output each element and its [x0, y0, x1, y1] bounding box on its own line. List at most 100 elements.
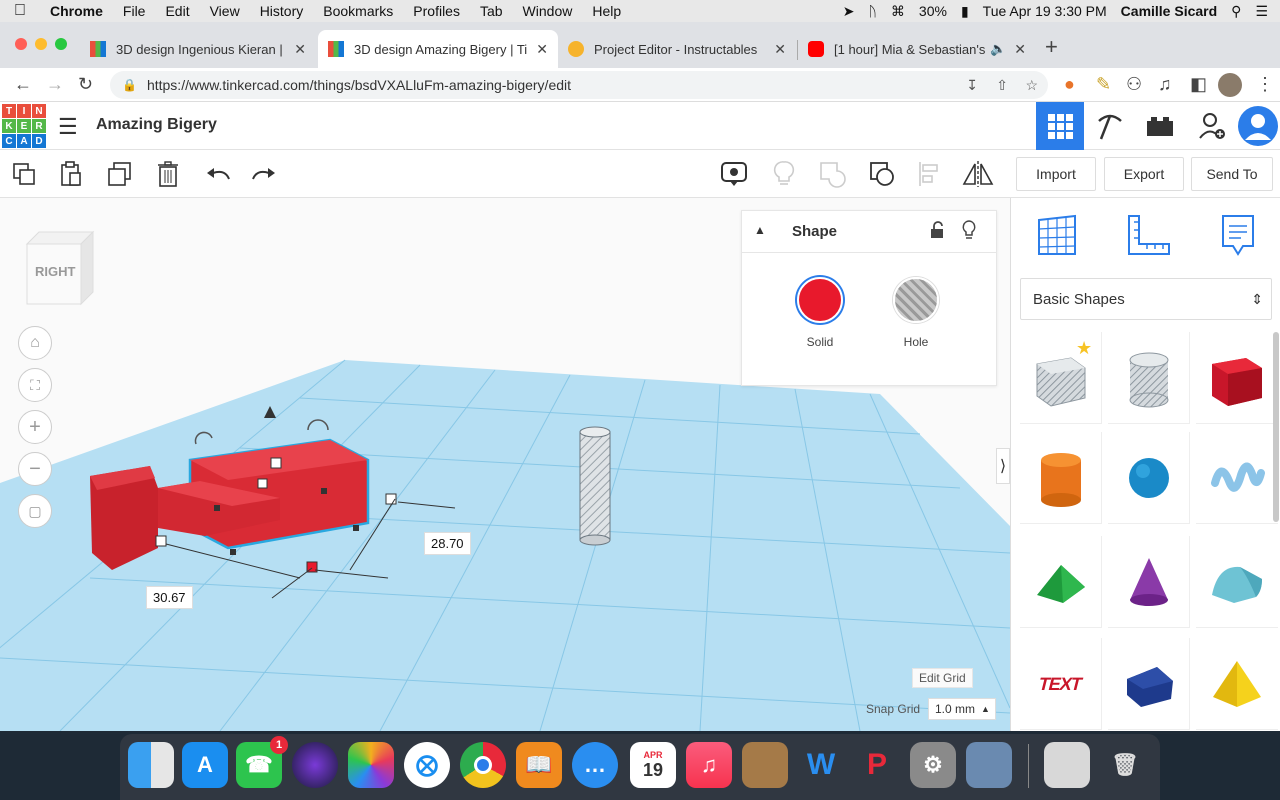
siri-icon[interactable]: [292, 742, 338, 788]
shape-tile-box-hole[interactable]: ★: [1020, 332, 1102, 424]
shape-tile-text[interactable]: TEXT: [1020, 638, 1102, 730]
lock-shape-icon[interactable]: [930, 221, 944, 244]
extensions-puzzle-icon[interactable]: ⚇: [1126, 74, 1142, 95]
hole-cylinder[interactable]: [579, 426, 611, 546]
chrome-icon[interactable]: [460, 742, 506, 788]
menu-help[interactable]: Help: [582, 3, 631, 19]
messages-icon[interactable]: …: [572, 742, 618, 788]
workplane-tool-button[interactable]: [1035, 214, 1079, 263]
bluetooth-icon[interactable]: ᚢ: [869, 3, 877, 19]
share-icon[interactable]: ⇧: [996, 77, 1008, 94]
clock[interactable]: Tue Apr 19 3:30 PM: [983, 3, 1107, 19]
toggle-visibility-button[interactable]: [768, 158, 800, 190]
word-icon[interactable]: W: [798, 742, 844, 788]
spotlight-search-icon[interactable]: ⚲: [1231, 3, 1241, 20]
trash-icon[interactable]: 🗑: [1102, 742, 1148, 788]
group-button[interactable]: [816, 158, 848, 190]
menu-tab[interactable]: Tab: [470, 3, 513, 19]
send-to-button[interactable]: Send To: [1191, 157, 1273, 191]
toggle-panel-chevron-icon[interactable]: ⟩: [996, 448, 1010, 484]
extension-icon[interactable]: ●: [1064, 74, 1075, 95]
zoom-out-button[interactable]: −: [18, 452, 52, 486]
contacts-icon[interactable]: [742, 742, 788, 788]
forward-arrow-icon[interactable]: →: [46, 74, 64, 95]
invite-user-button[interactable]: [1188, 102, 1236, 150]
menu-bookmarks[interactable]: Bookmarks: [313, 3, 403, 19]
shape-tile-scribble[interactable]: [1196, 432, 1278, 524]
collapse-caret-icon[interactable]: ▲: [754, 223, 766, 237]
browser-tab-3[interactable]: Project Editor - Instructables ✕: [558, 30, 796, 68]
user-name[interactable]: Camille Sicard: [1121, 3, 1218, 19]
shape-tile-cylinder[interactable]: [1020, 432, 1102, 524]
notes-button[interactable]: [718, 158, 750, 190]
browser-tab-4[interactable]: [1 hour] Mia & Sebastian's 🔈 ✕: [798, 30, 1036, 68]
calendar-icon[interactable]: APR 19: [630, 742, 676, 788]
menu-window[interactable]: Window: [513, 3, 583, 19]
close-tab-icon[interactable]: ✕: [294, 41, 306, 58]
close-tab-icon[interactable]: ✕: [774, 41, 786, 58]
reload-icon[interactable]: ↻: [78, 74, 93, 95]
menu-history[interactable]: History: [250, 3, 314, 19]
powerpoint-icon[interactable]: P: [854, 742, 900, 788]
design-list-icon[interactable]: ☰: [58, 114, 78, 140]
close-tab-icon[interactable]: ✕: [1014, 41, 1026, 58]
hole-swatch[interactable]: [893, 277, 939, 323]
shape-tile-roof[interactable]: [1020, 536, 1102, 628]
battery-icon[interactable]: ▮: [961, 3, 969, 20]
blocks-view-button[interactable]: [1086, 102, 1134, 150]
window-zoom-button[interactable]: [55, 38, 67, 50]
shape-tile-round-roof[interactable]: [1196, 536, 1278, 628]
user-avatar[interactable]: [1236, 102, 1280, 150]
shape-category-select[interactable]: Basic Shapes ⇕: [1020, 278, 1272, 320]
import-button[interactable]: Import: [1016, 157, 1096, 191]
solid-color-swatch[interactable]: [797, 277, 843, 323]
hole-option[interactable]: Hole: [886, 277, 946, 349]
system-preferences-icon[interactable]: ⚙: [910, 742, 956, 788]
new-tab-plus-icon[interactable]: +: [1045, 34, 1058, 60]
battery-percent[interactable]: 30%: [919, 3, 947, 19]
install-app-icon[interactable]: ↧: [966, 77, 978, 94]
music-icon[interactable]: ♫: [686, 742, 732, 788]
edit-grid-button[interactable]: Edit Grid: [912, 668, 973, 688]
width-dimension-label[interactable]: 30.67: [146, 586, 193, 609]
paste-button[interactable]: [55, 158, 87, 190]
tinkercad-logo[interactable]: T I N K E R C A D: [2, 104, 46, 148]
app-store-icon[interactable]: A: [182, 742, 228, 788]
menu-profiles[interactable]: Profiles: [403, 3, 470, 19]
fit-view-button[interactable]: ⛶: [18, 368, 52, 402]
back-arrow-icon[interactable]: ←: [14, 74, 32, 95]
profile-avatar[interactable]: [1218, 73, 1242, 97]
shape-tile-polygon[interactable]: [1108, 638, 1190, 730]
finder-icon[interactable]: [128, 742, 174, 788]
chrome-menu-icon[interactable]: ⋮: [1256, 74, 1274, 95]
undo-button[interactable]: [202, 158, 234, 190]
audio-playing-icon[interactable]: 🔈: [990, 41, 1006, 57]
library-scrollbar[interactable]: [1273, 332, 1279, 522]
window-minimize-button[interactable]: [35, 38, 47, 50]
rocket-icon[interactable]: ➤: [843, 3, 855, 20]
browser-tab-2-active[interactable]: 3D design Amazing Bigery | Tin ✕: [318, 30, 558, 68]
menu-file[interactable]: File: [113, 3, 156, 19]
bricks-view-button[interactable]: [1136, 102, 1184, 150]
shape-tile-pyramid[interactable]: [1196, 638, 1278, 730]
mirror-button[interactable]: [962, 158, 994, 190]
facetime-icon[interactable]: ☎ 1: [236, 736, 288, 788]
snap-grid-select[interactable]: 1.0 mm ▲: [928, 698, 996, 720]
redo-button[interactable]: [248, 158, 280, 190]
side-panel-icon[interactable]: ◧: [1190, 74, 1207, 95]
pencil-extension-icon[interactable]: ✎: [1096, 74, 1111, 95]
books-icon[interactable]: 📖: [516, 742, 562, 788]
close-tab-icon[interactable]: ✕: [536, 41, 548, 58]
control-center-icon[interactable]: ☰: [1255, 3, 1268, 20]
shape-tile-cone[interactable]: [1108, 536, 1190, 628]
ruler-tool-button[interactable]: [1125, 214, 1171, 263]
home-view-button[interactable]: ⌂: [18, 326, 52, 360]
view-cube[interactable]: RIGHT: [25, 230, 95, 306]
duplicate-button[interactable]: [104, 158, 136, 190]
zoom-in-button[interactable]: +: [18, 410, 52, 444]
safari-icon[interactable]: ⨂: [404, 742, 450, 788]
depth-dimension-label[interactable]: 28.70: [424, 532, 471, 555]
menu-edit[interactable]: Edit: [155, 3, 199, 19]
wifi-icon[interactable]: ⌘: [891, 3, 905, 20]
preview-icon[interactable]: [966, 742, 1012, 788]
